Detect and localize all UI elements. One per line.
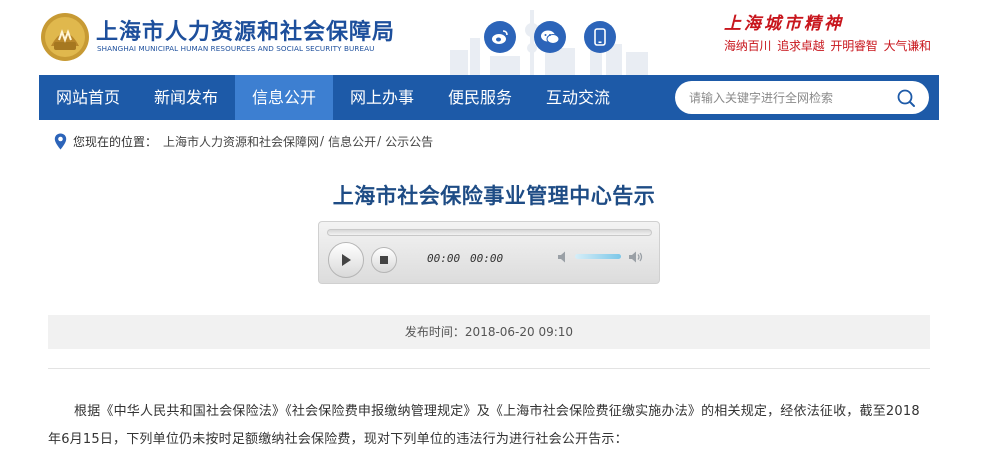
article-body: 根据《中华人民共和国社会保险法》《社会保险费申报缴纳管理规定》及《上海市社会保险… bbox=[48, 404, 920, 447]
nav-item-public-services[interactable]: 便民服务 bbox=[431, 75, 529, 120]
motto-item: 大气谦和 bbox=[883, 39, 931, 53]
content-divider bbox=[48, 368, 930, 369]
nav-item-interaction[interactable]: 互动交流 bbox=[529, 75, 627, 120]
weibo-icon bbox=[492, 30, 508, 44]
audio-player: 00:00 00:00 bbox=[318, 221, 660, 284]
stop-button[interactable] bbox=[371, 247, 397, 273]
breadcrumb-separator: / bbox=[377, 134, 382, 148]
site-name-cn[interactable]: 上海市人力资源和社会保障局 bbox=[96, 14, 395, 46]
wechat-icon bbox=[541, 30, 560, 44]
volume-slider[interactable] bbox=[575, 254, 621, 259]
breadcrumb-link-home[interactable]: 上海市人力资源和社会保障网 bbox=[163, 133, 319, 150]
nav-item-news[interactable]: 新闻发布 bbox=[137, 75, 235, 120]
breadcrumb-link-info[interactable]: 信息公开 bbox=[328, 133, 376, 150]
mobile-button[interactable] bbox=[584, 21, 616, 53]
site-header: 上海市人力资源和社会保障局 SHANGHAI MUNICIPAL HUMAN R… bbox=[0, 0, 988, 75]
motto-item: 开明睿智 bbox=[830, 39, 878, 53]
site-name-en: SHANGHAI MUNICIPAL HUMAN RESOURCES AND S… bbox=[97, 44, 375, 53]
shanghai-emblem-icon[interactable] bbox=[40, 12, 90, 62]
stop-icon bbox=[380, 256, 388, 264]
mobile-icon bbox=[594, 28, 606, 46]
main-nav: 网站首页 新闻发布 信息公开 网上办事 便民服务 互动交流 bbox=[39, 75, 939, 120]
breadcrumb-prefix: 您现在的位置： bbox=[73, 134, 158, 149]
search-box bbox=[675, 81, 929, 114]
weibo-button[interactable] bbox=[484, 21, 516, 53]
nav-item-info-disclosure[interactable]: 信息公开 bbox=[235, 75, 333, 120]
publish-meta-bar: 发布时间：2018-06-20 09:10 bbox=[48, 315, 930, 349]
motto-item: 海纳百川 bbox=[724, 39, 772, 53]
location-pin-icon bbox=[54, 133, 67, 149]
article-title: 上海市社会保险事业管理中心告示 bbox=[332, 184, 656, 208]
nav-item-online-services[interactable]: 网上办事 bbox=[333, 75, 431, 120]
city-spirit-title: 上海城市精神 bbox=[724, 14, 844, 34]
city-spirit-motto: 海纳百川 追求卓越 开明睿智 大气谦和 bbox=[724, 37, 931, 54]
breadcrumb-separator: / bbox=[320, 134, 325, 148]
volume-mute-icon[interactable] bbox=[557, 250, 573, 264]
play-button[interactable] bbox=[328, 242, 364, 278]
nav-item-home[interactable]: 网站首页 bbox=[39, 75, 137, 120]
motto-item: 追求卓越 bbox=[777, 39, 825, 53]
play-icon bbox=[342, 254, 351, 266]
duration-time: 00:00 bbox=[470, 252, 504, 265]
breadcrumb-link-notices[interactable]: 公示公告 bbox=[385, 133, 433, 150]
breadcrumb: 您现在的位置： 上海市人力资源和社会保障网 / 信息公开 / 公示公告 bbox=[54, 131, 433, 151]
search-input[interactable] bbox=[689, 87, 885, 108]
audio-progress-bar[interactable] bbox=[327, 229, 652, 236]
search-icon[interactable] bbox=[895, 87, 917, 109]
volume-max-icon[interactable] bbox=[628, 250, 644, 264]
current-time: 00:00 bbox=[427, 252, 461, 265]
wechat-button[interactable] bbox=[534, 21, 566, 53]
publish-time: 发布时间：2018-06-20 09:10 bbox=[404, 325, 574, 339]
